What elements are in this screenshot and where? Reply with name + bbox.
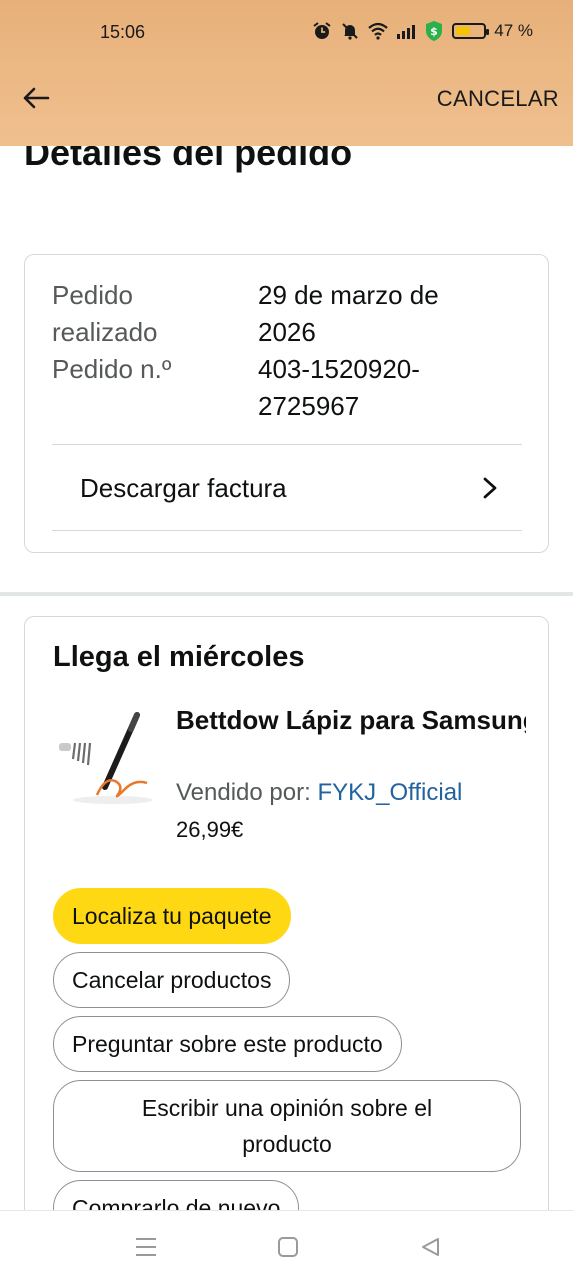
product-thumbnail[interactable] [53, 707, 153, 807]
svg-text:$: $ [430, 25, 438, 38]
back-button[interactable] [18, 80, 54, 116]
shield-dollar-icon: $ [426, 21, 443, 41]
divider [52, 530, 522, 531]
wifi-icon [368, 22, 388, 40]
home-nav-button[interactable] [274, 1233, 302, 1261]
seller-link[interactable]: FYKJ_Official [317, 779, 462, 806]
order-placed-label: Pedido realizado [52, 280, 158, 347]
menu-icon [136, 1238, 156, 1256]
back-triangle-icon [422, 1238, 439, 1256]
order-number-label: Pedido n.º [52, 354, 172, 384]
order-summary-card: Pedido realizado 29 de marzo de 2026 Ped… [24, 254, 549, 553]
write-review-button[interactable]: Escribir una opinión sobre el producto [53, 1080, 521, 1172]
download-invoice-label: Descargar factura [80, 472, 287, 503]
arrow-left-icon [23, 87, 50, 109]
download-invoice-link[interactable]: Descargar factura [52, 445, 522, 531]
ask-product-question-button[interactable]: Preguntar sobre este producto [53, 1016, 402, 1072]
delivery-heading: Llega el miércoles [53, 641, 305, 673]
signal-icon [397, 25, 416, 39]
order-number-value: 403-1520920-2725967 [258, 354, 420, 421]
app-header: 15:06 $ 47 % CANCELAR [0, 0, 573, 146]
sold-by: Vendido por: FYKJ_Official [176, 779, 462, 807]
product-price: 26,99€ [176, 817, 244, 842]
system-nav-bar [0, 1210, 573, 1280]
back-nav-button[interactable] [416, 1233, 444, 1261]
status-time: 15:06 [100, 22, 146, 42]
battery-level [456, 27, 471, 35]
product-title-link[interactable]: Bettdow Lápiz para Samsung Galaxy Tab S.… [176, 701, 526, 739]
shipment-card: Llega el miércoles Bettdow Lápiz para Sa… [24, 616, 549, 1236]
menu-nav-button[interactable] [132, 1233, 160, 1261]
track-package-button[interactable]: Localiza tu paquete [53, 888, 291, 944]
home-icon [278, 1237, 298, 1257]
cancel-link[interactable]: CANCELAR [437, 86, 559, 112]
chevron-right-icon [483, 477, 497, 499]
product-title: Bettdow Lápiz para Samsung Galaxy Tab S.… [176, 705, 526, 735]
sold-by-label: Vendido por: [176, 779, 311, 806]
section-separator [0, 592, 573, 596]
alarm-icon [313, 22, 331, 39]
battery-percent: 47 % [494, 21, 533, 40]
cancel-items-button[interactable]: Cancelar productos [53, 952, 291, 1008]
order-placed-value: 29 de marzo de 2026 [258, 280, 439, 347]
mute-icon [342, 23, 358, 40]
battery-icon [452, 23, 490, 39]
status-icons: $ 47 % [312, 20, 533, 42]
